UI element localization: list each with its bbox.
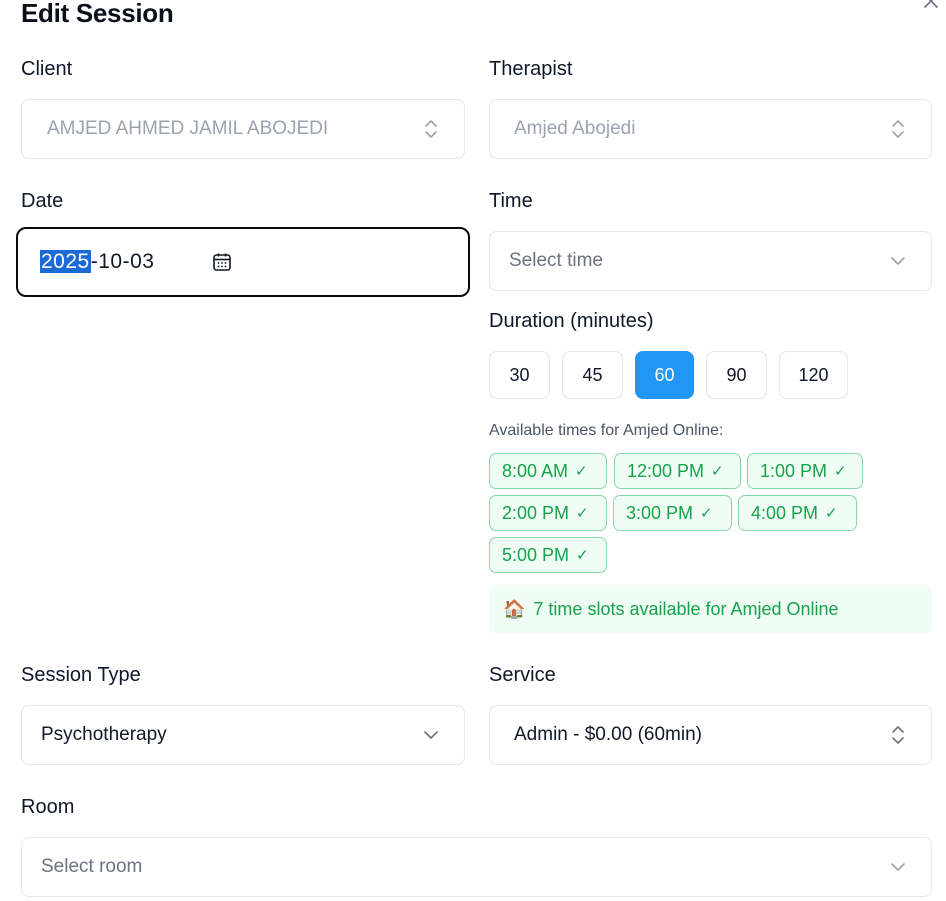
time-slot-button[interactable]: 12:00 PM ✓ — [614, 453, 741, 489]
check-icon: ✓ — [825, 505, 838, 522]
house-icon: 🏠 — [503, 598, 526, 619]
chevron-up-down-icon — [422, 120, 440, 138]
room-label: Room — [21, 796, 75, 818]
therapist-select[interactable]: Amjed Abojedi — [489, 99, 932, 159]
service-label: Service — [489, 664, 556, 686]
service-select[interactable]: Admin - $0.00 (60min) — [489, 705, 932, 765]
time-label: Time — [489, 190, 533, 212]
duration-button-45[interactable]: 45 — [562, 351, 623, 399]
dialog-title: Edit Session — [21, 0, 174, 28]
time-slot-label: 12:00 PM — [627, 460, 705, 481]
available-times-label: Available times for Amjed Online: — [489, 422, 724, 439]
time-slot-label: 4:00 PM — [751, 502, 819, 523]
availability-summary: 🏠 7 time slots available for Amjed Onlin… — [489, 585, 932, 633]
time-slot-button[interactable]: 3:00 PM ✓ — [613, 495, 732, 531]
date-value: 2025-10-03 — [40, 250, 154, 274]
date-label: Date — [21, 190, 64, 212]
service-value: Admin - $0.00 (60min) — [514, 724, 702, 745]
time-slot-label: 3:00 PM — [626, 502, 694, 523]
time-slot-button[interactable]: 4:00 PM ✓ — [738, 495, 857, 531]
check-icon: ✓ — [575, 463, 588, 480]
time-placeholder: Select time — [509, 250, 603, 271]
check-icon: ✓ — [576, 547, 589, 564]
check-icon: ✓ — [700, 505, 713, 522]
time-slot-label: 5:00 PM — [502, 544, 570, 565]
time-slot-button[interactable]: 1:00 PM ✓ — [747, 453, 863, 489]
client-value: AMJED AHMED JAMIL ABOJEDI — [47, 118, 329, 139]
time-slot-button[interactable]: 2:00 PM ✓ — [489, 495, 607, 531]
duration-button-90[interactable]: 90 — [706, 351, 767, 399]
duration-button-120[interactable]: 120 — [779, 351, 848, 399]
time-slot-label: 8:00 AM — [502, 460, 569, 481]
close-icon[interactable] — [920, 0, 942, 12]
room-placeholder: Select room — [41, 856, 143, 877]
check-icon: ✓ — [711, 463, 724, 480]
session-type-select[interactable]: Psychotherapy — [21, 705, 465, 765]
date-month-day-segment[interactable]: -10-03 — [91, 250, 155, 273]
availability-summary-text: 7 time slots available for Amjed Online — [533, 598, 839, 619]
therapist-value: Amjed Abojedi — [514, 118, 636, 139]
chevron-up-down-icon — [889, 726, 907, 744]
client-select[interactable]: AMJED AHMED JAMIL ABOJEDI — [21, 99, 465, 159]
duration-button-30[interactable]: 30 — [489, 351, 550, 399]
time-slot-label: 1:00 PM — [760, 460, 828, 481]
date-input[interactable]: 2025-10-03 — [16, 227, 470, 297]
chevron-down-icon — [889, 858, 907, 876]
client-label: Client — [21, 58, 73, 80]
session-type-value: Psychotherapy — [41, 724, 167, 745]
calendar-icon[interactable] — [211, 251, 233, 273]
duration-label: Duration (minutes) — [489, 310, 654, 332]
chevron-up-down-icon — [889, 120, 907, 138]
time-slot-label: 2:00 PM — [502, 502, 570, 523]
time-slot-button[interactable]: 8:00 AM ✓ — [489, 453, 607, 489]
date-year-segment[interactable]: 2025 — [40, 250, 91, 273]
chevron-down-icon — [889, 252, 907, 270]
session-type-label: Session Type — [21, 664, 141, 686]
check-icon: ✓ — [576, 505, 589, 522]
room-select[interactable]: Select room — [21, 837, 932, 897]
therapist-label: Therapist — [489, 58, 573, 80]
check-icon: ✓ — [834, 463, 847, 480]
time-slot-button[interactable]: 5:00 PM ✓ — [489, 537, 607, 573]
time-select[interactable]: Select time — [489, 231, 932, 291]
duration-button-60[interactable]: 60 — [635, 351, 694, 399]
chevron-down-icon — [422, 726, 440, 744]
